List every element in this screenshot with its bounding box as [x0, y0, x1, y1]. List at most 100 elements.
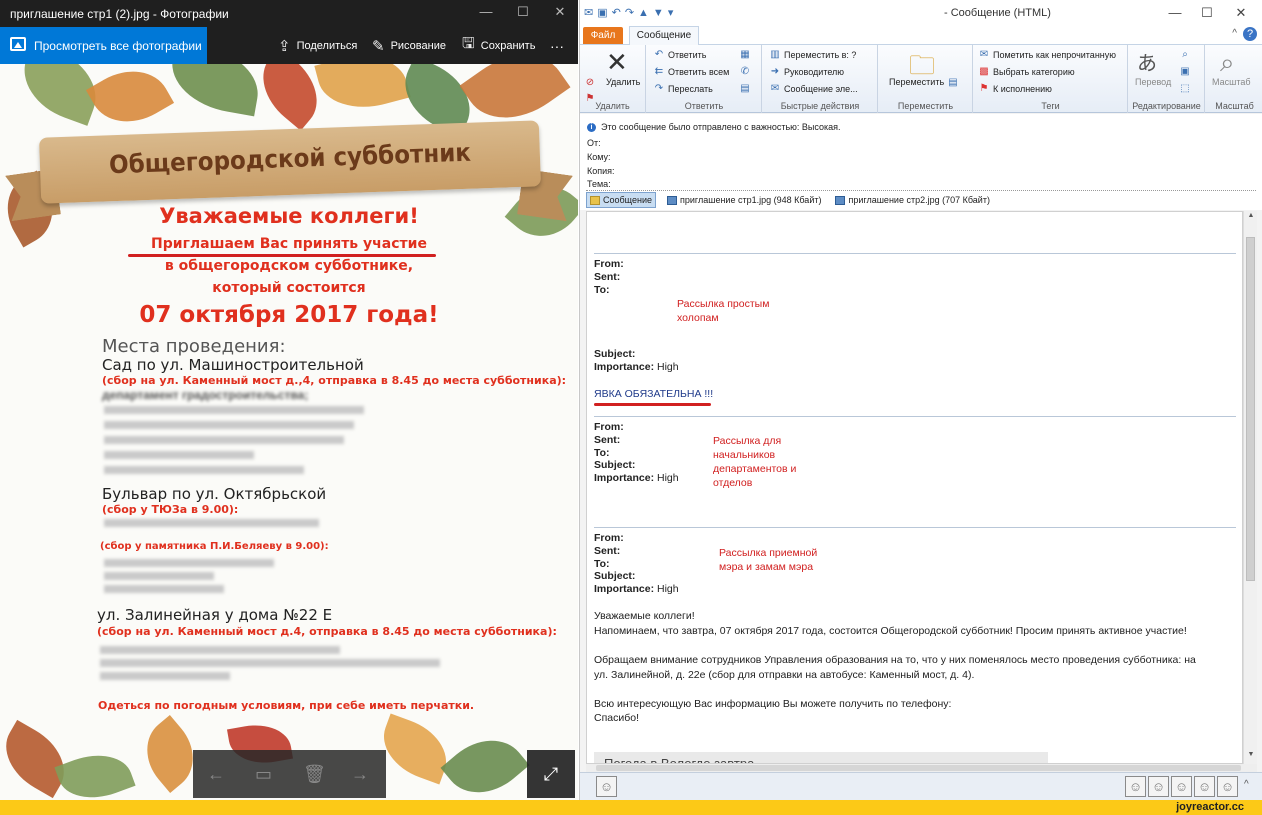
find-icon[interactable]: ⌕ [1179, 49, 1191, 60]
header-separator [586, 190, 1256, 191]
minimize-icon[interactable]: — [1160, 5, 1190, 20]
share-button[interactable]: ⇪ Поделиться [278, 27, 357, 64]
quick-step-move-to[interactable]: ▥ Переместить в: ? [769, 49, 856, 60]
collapse-ribbon-icon[interactable]: ^ [1232, 28, 1237, 39]
blurred-text [100, 672, 230, 680]
folder-move-icon: ▥ [770, 49, 780, 60]
importance-label: Importance: [594, 472, 655, 484]
translate-icon[interactable]: あ [1137, 47, 1157, 76]
ignore-icon[interactable]: ⊘ [584, 77, 596, 88]
reply-all-button[interactable]: ⇇ Ответить всем [653, 66, 730, 77]
close-icon[interactable]: ✕ [1226, 5, 1256, 21]
quick-access-toolbar[interactable]: ✉▣↶↷▲▼▾ [584, 6, 677, 19]
horizontal-scrollbar[interactable] [586, 764, 1257, 772]
from-label: From: [594, 258, 624, 270]
scroll-up-icon[interactable]: ▲ [1245, 212, 1257, 224]
subject-label: Subject: [594, 459, 636, 471]
previous-arrow-icon[interactable]: ← [207, 764, 225, 785]
pen-icon: ✎ [372, 37, 385, 55]
weather-signature-text: Погода в Вологде завтра [604, 756, 755, 764]
message-body: From: Sent: To: Рассылка простым холопам… [586, 211, 1243, 764]
save-button[interactable]: 🖫 Сохранить [462, 27, 535, 64]
close-icon[interactable]: ✕ [542, 4, 578, 22]
im-icon[interactable]: ✆ [739, 66, 751, 77]
draw-button[interactable]: ✎ Рисование [372, 27, 446, 64]
vertical-scrollbar[interactable]: ▲ ▼ [1243, 211, 1257, 764]
blurred-text [104, 466, 304, 474]
scroll-down-icon[interactable]: ▼ [1245, 751, 1257, 763]
scrollbar-thumb[interactable] [1246, 237, 1255, 581]
mark-unread-button[interactable]: ✉ Пометить как непрочитанную [978, 49, 1116, 60]
minimize-icon[interactable]: — [468, 4, 504, 22]
sender-avatar-icon[interactable]: ☺ [596, 776, 617, 797]
person-avatar-icon[interactable]: ☺ [1217, 776, 1238, 797]
person-avatar-icon[interactable]: ☺ [1148, 776, 1169, 797]
person-avatar-icon[interactable]: ☺ [1125, 776, 1146, 797]
manager-icon: ➜ [770, 66, 780, 77]
header-to-label: Кому: [587, 152, 611, 162]
view-all-photos-button[interactable]: Просмотреть все фотографии [0, 27, 207, 64]
annotation-department-heads: Рассылка для начальников департаментов и… [713, 435, 797, 489]
reply-label: Ответить [668, 49, 707, 60]
delete-x-icon[interactable]: ✕ [606, 47, 628, 78]
to-label: To: [594, 558, 610, 570]
envelope-icon [590, 195, 600, 205]
related-icon[interactable]: ▣ [1179, 66, 1191, 77]
maximize-icon[interactable]: ☐ [505, 4, 541, 22]
next-arrow-icon[interactable]: → [351, 764, 369, 785]
maximize-icon[interactable]: ☐ [1192, 5, 1222, 21]
ribbon-group-delete: ✕ ⊘ Удалить ⚑ Удалить [580, 45, 646, 113]
place-2-note: (сбор у ТЮЗа в 9.00): [102, 503, 239, 516]
translate-button[interactable]: Перевод [1135, 77, 1171, 87]
reply-all-icon: ⇇ [654, 66, 664, 77]
reply-button[interactable]: ↶ Ответить [653, 49, 707, 60]
rules-icon[interactable]: ▤ [947, 77, 959, 88]
expand-people-pane-icon[interactable]: ^ [1244, 779, 1249, 790]
blurred-text [104, 436, 344, 444]
horizontal-scrollbar-thumb[interactable] [596, 765, 1241, 771]
place-1-department: департамент градостроительства; [102, 388, 309, 402]
move-to-label: Переместить в: ? [784, 49, 857, 60]
attachment-page-2[interactable]: приглашение стр2.jpg (707 Кбайт) [832, 192, 992, 208]
select-icon[interactable]: ⬚ [1179, 83, 1191, 94]
tab-message[interactable]: Сообщение [629, 26, 699, 46]
message-header: i Это сообщение было отправлено с важнос… [580, 114, 1262, 210]
person-avatar-icon[interactable]: ☺ [1171, 776, 1192, 797]
person-avatar-icon[interactable]: ☺ [1194, 776, 1215, 797]
quick-step-to-manager[interactable]: ➜ Руководителю [769, 66, 844, 77]
blurred-text [100, 646, 340, 654]
zoom-label: Масштаб [1212, 77, 1251, 87]
place-3: ул. Залинейная у дома №22 Е [97, 606, 333, 624]
quick-step-team-email[interactable]: ✉ Сообщение эле... [769, 83, 858, 94]
image-file-icon [666, 195, 677, 205]
importance-label: Importance: [594, 583, 655, 595]
help-icon[interactable]: ? [1243, 27, 1257, 41]
body-greeting: Уважаемые коллеги! [594, 610, 695, 622]
importance-value: High [657, 472, 679, 484]
fullscreen-icon[interactable]: ⤢ [527, 750, 575, 798]
to-label: To: [594, 284, 610, 296]
slideshow-icon[interactable]: ▭ [255, 764, 272, 785]
outlook-window-title: - Сообщение (HTML) [944, 7, 1051, 19]
zoom-icon[interactable]: ⌕ [1220, 47, 1235, 79]
move-button[interactable]: Переместить [889, 77, 944, 87]
invitation-line-3: который состоится [212, 280, 366, 296]
tab-file[interactable]: Файл [583, 27, 623, 44]
place-1-note: (сбор на ул. Каменный мост д.,4, отправк… [102, 374, 567, 387]
zoom-button[interactable]: Масштаб [1212, 77, 1251, 87]
invitation-underline [128, 254, 436, 257]
attachment-page-1[interactable]: приглашение стр1.jpg (948 Кбайт) [664, 192, 824, 208]
sent-label: Sent: [594, 271, 621, 283]
categorize-button[interactable]: ▩ Выбрать категорию [978, 66, 1074, 77]
delete-button[interactable]: Удалить [606, 77, 640, 87]
delete-icon[interactable]: 🗑 [303, 764, 326, 785]
more-options-button[interactable]: ··· [550, 27, 564, 64]
more-respond-icon[interactable]: ▤ [739, 83, 751, 94]
team-email-label: Сообщение эле... [784, 83, 858, 94]
meeting-icon[interactable]: ▦ [739, 49, 751, 60]
group-label-tags: Теги [1041, 101, 1060, 111]
ribbon: ✕ ⊘ Удалить ⚑ Удалить ↶ Ответить ⇇ Ответит… [580, 45, 1262, 113]
forward-button[interactable]: ↷ Переслать [653, 83, 713, 94]
attachment-message[interactable]: Сообщение [586, 192, 656, 208]
followup-button[interactable]: ⚑ К исполнению [978, 83, 1052, 94]
